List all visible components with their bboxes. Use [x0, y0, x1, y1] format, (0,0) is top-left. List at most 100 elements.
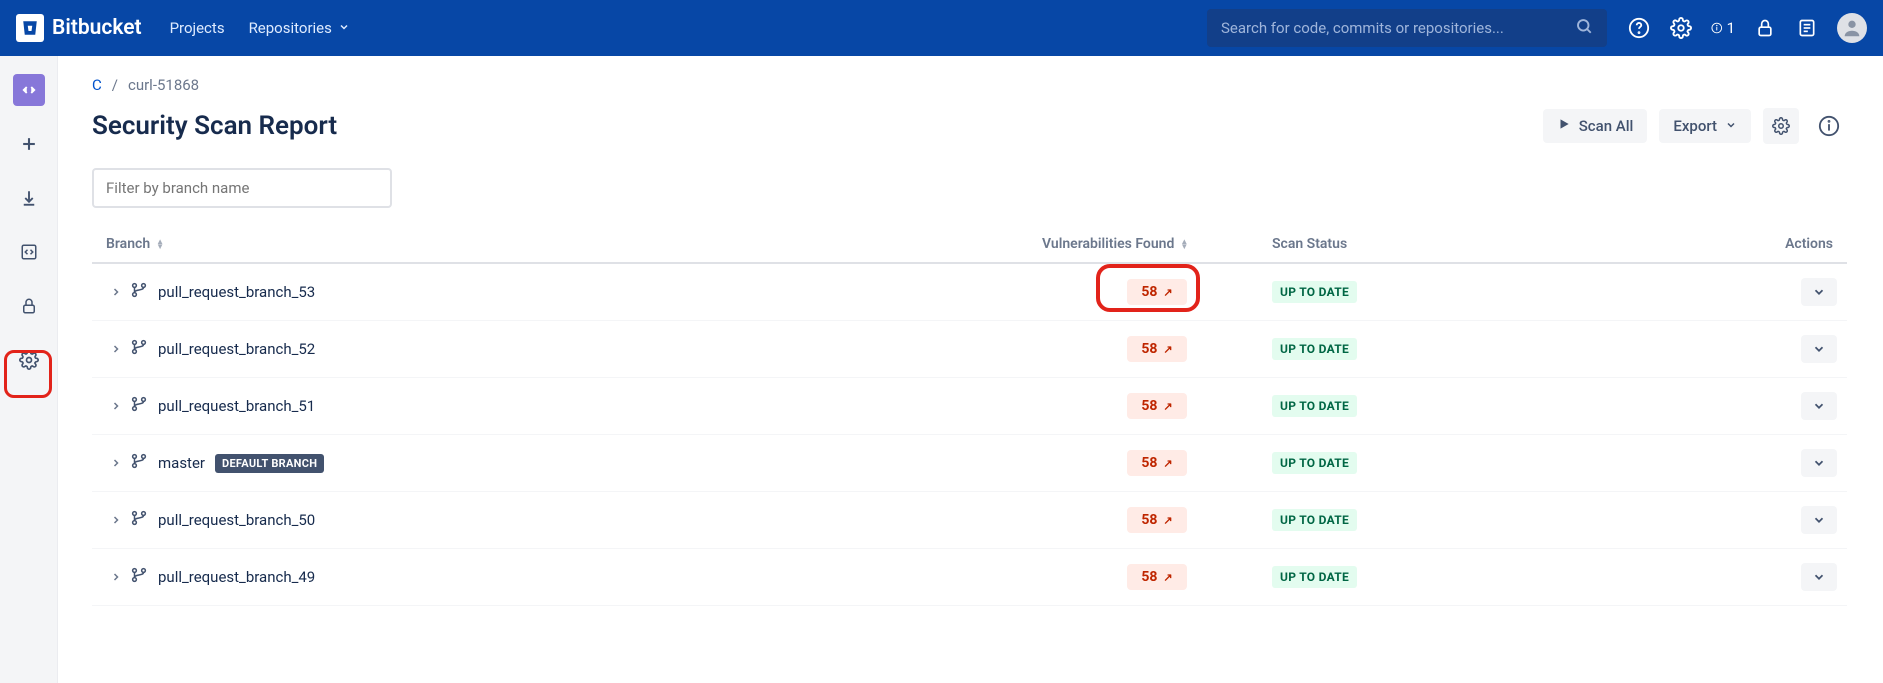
branch-name[interactable]: pull_request_branch_50 [158, 511, 315, 529]
expand-toggle[interactable] [102, 514, 130, 526]
sidebar [0, 56, 58, 683]
sidebar-item-source[interactable] [13, 74, 45, 106]
branch-icon [130, 452, 148, 474]
table-row: master DEFAULT BRANCH 58 ↗ UP TO DATE [92, 435, 1847, 492]
status-cell: UP TO DATE [1272, 452, 1467, 474]
row-actions-menu[interactable] [1801, 278, 1837, 306]
branch-name[interactable]: master [158, 454, 205, 472]
vuln-cell: 58 ↗ [1042, 279, 1272, 305]
arrow-up-right-icon: ↗ [1163, 514, 1172, 527]
table-row: pull_request_branch_49 58 ↗ UP TO DATE [92, 549, 1847, 606]
breadcrumb-root[interactable]: C [92, 76, 102, 94]
arrow-up-right-icon: ↗ [1163, 400, 1172, 413]
breadcrumb-sep: / [112, 76, 118, 94]
chevron-down-icon [338, 19, 350, 37]
search-input[interactable] [1221, 19, 1575, 37]
status-badge: UP TO DATE [1272, 338, 1357, 360]
actions-cell [1467, 335, 1837, 363]
global-search[interactable] [1207, 9, 1607, 47]
arrow-up-right-icon: ↗ [1163, 343, 1172, 356]
vuln-cell: 58 ↗ [1042, 564, 1272, 590]
status-cell: UP TO DATE [1272, 281, 1467, 303]
breadcrumb-current: curl-51868 [128, 76, 199, 94]
vuln-count: 58 [1141, 284, 1157, 300]
bitbucket-icon [16, 14, 44, 42]
col-status: Scan Status [1272, 236, 1467, 252]
nav-projects[interactable]: Projects [170, 19, 225, 37]
branch-name[interactable]: pull_request_branch_51 [158, 397, 315, 415]
sidebar-item-settings[interactable] [13, 344, 45, 376]
col-vuln[interactable]: Vulnerabilities Found ▲▼ [1042, 236, 1272, 252]
status-cell: UP TO DATE [1272, 338, 1467, 360]
actions-cell [1467, 392, 1837, 420]
sidebar-item-code[interactable] [13, 236, 45, 268]
play-icon [1557, 117, 1571, 135]
arrow-up-right-icon: ↗ [1163, 571, 1172, 584]
vuln-badge[interactable]: 58 ↗ [1127, 507, 1186, 533]
vuln-count: 58 [1141, 341, 1157, 357]
actions-cell [1467, 506, 1837, 534]
gear-icon[interactable] [1669, 16, 1693, 40]
row-actions-menu[interactable] [1801, 449, 1837, 477]
vuln-badge[interactable]: 58 ↗ [1127, 393, 1186, 419]
row-actions-menu[interactable] [1801, 335, 1837, 363]
expand-toggle[interactable] [102, 400, 130, 412]
row-actions-menu[interactable] [1801, 563, 1837, 591]
page-title: Security Scan Report [92, 111, 337, 141]
brand-logo[interactable]: Bitbucket [16, 14, 142, 42]
branch-name[interactable]: pull_request_branch_52 [158, 340, 315, 358]
filter-input[interactable] [92, 168, 392, 208]
arrow-up-right-icon: ↗ [1163, 286, 1172, 299]
status-badge: UP TO DATE [1272, 281, 1357, 303]
row-actions-menu[interactable] [1801, 392, 1837, 420]
vuln-badge[interactable]: 58 ↗ [1127, 450, 1186, 476]
branch-icon [130, 509, 148, 531]
nav-repositories[interactable]: Repositories [249, 19, 350, 37]
settings-button[interactable] [1763, 108, 1799, 144]
sidebar-item-security[interactable] [13, 290, 45, 322]
table-header: Branch ▲▼ Vulnerabilities Found ▲▼ Scan … [92, 236, 1847, 264]
branch-cell: pull_request_branch_53 [130, 281, 1042, 303]
expand-toggle[interactable] [102, 286, 130, 298]
actions-cell [1467, 278, 1837, 306]
col-branch[interactable]: Branch ▲▼ [102, 236, 1042, 252]
sidebar-item-create[interactable] [13, 128, 45, 160]
vuln-cell: 58 ↗ [1042, 336, 1272, 362]
branch-name[interactable]: pull_request_branch_53 [158, 283, 315, 301]
sidebar-item-download[interactable] [13, 182, 45, 214]
status-cell: UP TO DATE [1272, 509, 1467, 531]
info-button[interactable] [1811, 108, 1847, 144]
export-button[interactable]: Export [1659, 109, 1751, 143]
branch-icon [130, 281, 148, 303]
row-actions-menu[interactable] [1801, 506, 1837, 534]
actions-cell [1467, 449, 1837, 477]
branch-cell: pull_request_branch_50 [130, 509, 1042, 531]
arrow-up-right-icon: ↗ [1163, 457, 1172, 470]
info-count[interactable]: 1 [1711, 16, 1735, 40]
vuln-badge[interactable]: 58 ↗ [1127, 336, 1186, 362]
breadcrumb: C / curl-51868 [92, 76, 1847, 94]
search-icon [1575, 17, 1593, 39]
branch-cell: pull_request_branch_52 [130, 338, 1042, 360]
vuln-badge[interactable]: 58 ↗ [1127, 564, 1186, 590]
branches-table: Branch ▲▼ Vulnerabilities Found ▲▼ Scan … [92, 236, 1847, 606]
scan-all-button[interactable]: Scan All [1543, 109, 1648, 143]
doc-icon[interactable] [1795, 16, 1819, 40]
expand-toggle[interactable] [102, 457, 130, 469]
branch-name[interactable]: pull_request_branch_49 [158, 568, 315, 586]
expand-toggle[interactable] [102, 571, 130, 583]
lock-icon[interactable] [1753, 16, 1777, 40]
status-badge: UP TO DATE [1272, 509, 1357, 531]
branch-cell: master DEFAULT BRANCH [130, 452, 1042, 474]
chevron-down-icon [1725, 117, 1737, 135]
table-row: pull_request_branch_51 58 ↗ UP TO DATE [92, 378, 1847, 435]
table-row: pull_request_branch_50 58 ↗ UP TO DATE [92, 492, 1847, 549]
vuln-badge[interactable]: 58 ↗ [1127, 279, 1186, 305]
topbar: Bitbucket Projects Repositories 1 [0, 0, 1883, 56]
branch-icon [130, 338, 148, 360]
vuln-cell: 58 ↗ [1042, 393, 1272, 419]
avatar[interactable] [1837, 13, 1867, 43]
expand-toggle[interactable] [102, 343, 130, 355]
help-icon[interactable] [1627, 16, 1651, 40]
status-cell: UP TO DATE [1272, 395, 1467, 417]
